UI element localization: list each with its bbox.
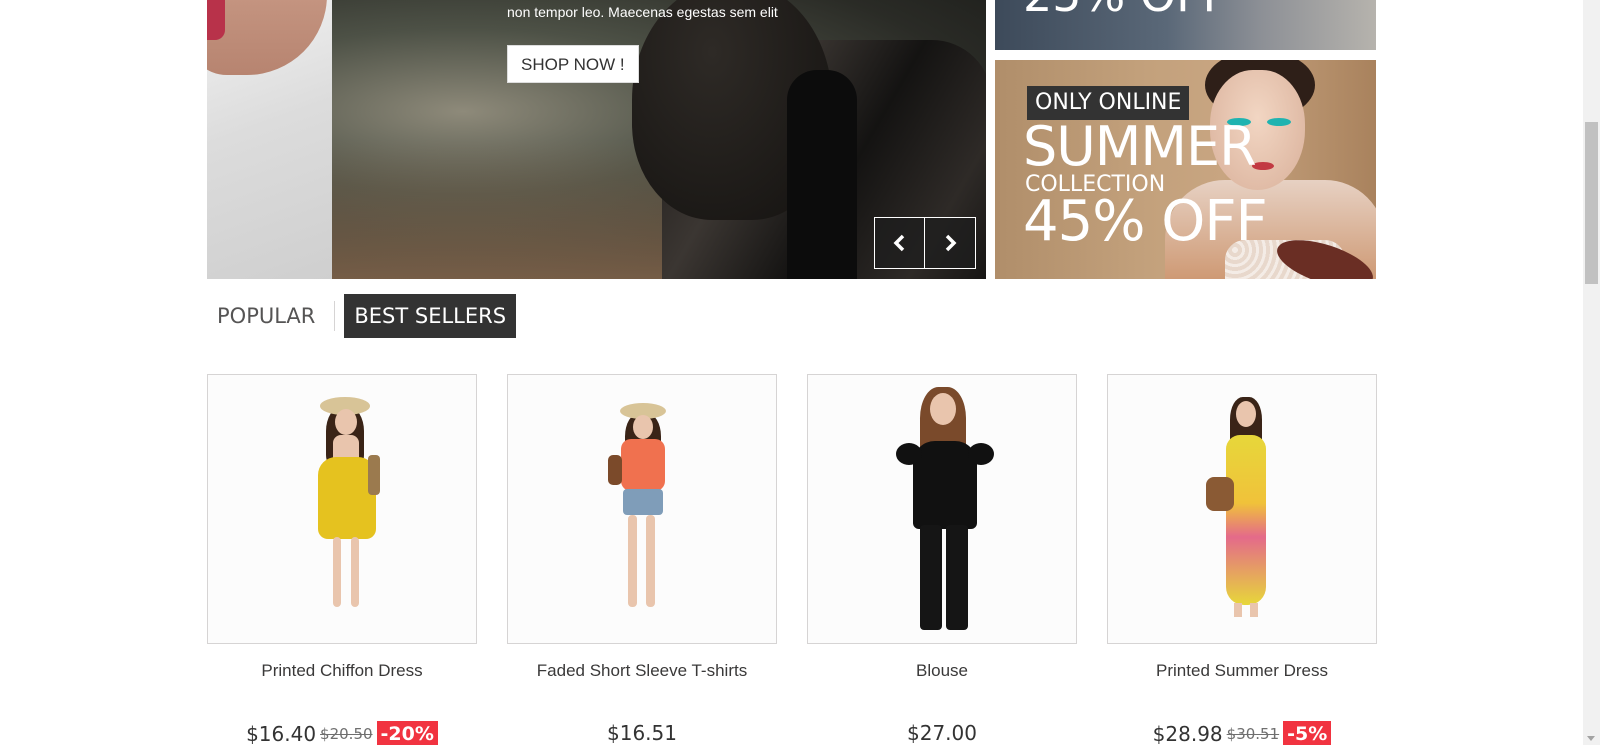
product-name-link[interactable]: Blouse: [807, 661, 1077, 681]
model-shirt-image: [787, 70, 857, 279]
scrollbar-thumb[interactable]: [1585, 122, 1598, 284]
product-name-link[interactable]: Printed Summer Dress: [1107, 661, 1377, 681]
chevron-left-icon: [893, 234, 904, 252]
figure-pants: [946, 525, 968, 630]
price-row: $16.40 $20.50 -20%: [207, 721, 477, 745]
product-image[interactable]: [507, 374, 777, 644]
figure-leg: [1234, 603, 1242, 617]
tab-divider: [334, 301, 336, 331]
figure-bag: [608, 455, 622, 485]
tab-best-sellers[interactable]: BEST SELLERS: [344, 294, 517, 338]
figure-leg: [646, 515, 655, 607]
product-card: Faded Short Sleeve T-shirts $16.51: [507, 374, 777, 745]
page-scrollbar[interactable]: [1583, 0, 1600, 745]
product-tabs: POPULAR BEST SELLERS: [207, 294, 517, 338]
chevron-right-icon: [945, 234, 957, 252]
old-price: $20.50: [320, 725, 373, 743]
tab-popular[interactable]: POPULAR: [207, 294, 325, 338]
product-price: $16.40: [246, 722, 317, 745]
figure-pants: [920, 525, 942, 630]
figure-bag: [1206, 477, 1234, 511]
model-arm-image: [207, 0, 327, 75]
slider-next-button[interactable]: [925, 217, 976, 269]
homepage-slider[interactable]: non tempor leo. Maecenas egestas sem eli…: [207, 0, 986, 279]
discount-badge: -5%: [1283, 721, 1332, 745]
product-card: Printed Chiffon Dress $16.40 $20.50 -20%: [207, 374, 477, 745]
price-row: $16.51: [507, 721, 777, 745]
summer-title: SUMMER: [1023, 115, 1257, 178]
product-card: Printed Summer Dress $28.98 $30.51 -5%: [1107, 374, 1377, 745]
product-image[interactable]: [207, 374, 477, 644]
figure-sleeve: [968, 443, 994, 465]
discount-badge: -20%: [376, 721, 438, 745]
scroll-down-arrow-icon[interactable]: [1587, 736, 1595, 741]
product-price: $28.98: [1152, 722, 1223, 745]
price-row: $28.98 $30.51 -5%: [1107, 721, 1377, 745]
model-sleeve-image: [207, 0, 225, 40]
product-card: Blouse $27.00: [807, 374, 1077, 745]
slider-controls: [874, 217, 976, 269]
figure-leg: [333, 537, 341, 607]
product-price: $16.51: [607, 721, 677, 745]
figure-leg: [1250, 603, 1258, 617]
figure-shorts: [623, 489, 663, 515]
figure-leg: [351, 537, 359, 607]
figure-head: [335, 409, 357, 435]
promo-banner-top-text: 25% OFF: [1023, 0, 1229, 22]
summer-discount-text: 45% OFF: [1023, 189, 1268, 254]
shop-now-button[interactable]: SHOP NOW !: [507, 45, 639, 83]
product-top-shape: [621, 439, 665, 491]
figure-head: [633, 415, 653, 439]
old-price: $30.51: [1226, 725, 1280, 743]
product-name-link[interactable]: Printed Chiffon Dress: [207, 661, 477, 681]
previous-slide-peek: [207, 0, 332, 279]
promo-banner-top[interactable]: 25% OFF: [995, 0, 1376, 50]
slider-prev-button[interactable]: [874, 217, 925, 269]
product-name-link[interactable]: Faded Short Sleeve T-shirts: [507, 661, 777, 681]
figure-sleeve: [896, 443, 922, 465]
figure-head: [1236, 401, 1256, 427]
price-row: $27.00: [807, 721, 1077, 745]
product-dress-shape: [1226, 435, 1266, 605]
model-eye-image: [1267, 118, 1291, 126]
slide-description: non tempor leo. Maecenas egestas sem eli…: [507, 4, 778, 20]
product-price: $27.00: [907, 721, 977, 745]
product-image[interactable]: [1107, 374, 1377, 644]
figure-head: [930, 393, 956, 425]
product-image[interactable]: [807, 374, 1077, 644]
summer-collection-banner[interactable]: ONLY ONLINE SUMMER COLLECTION 45% OFF: [995, 60, 1376, 279]
figure-bag: [368, 455, 380, 495]
figure-leg: [628, 515, 637, 607]
